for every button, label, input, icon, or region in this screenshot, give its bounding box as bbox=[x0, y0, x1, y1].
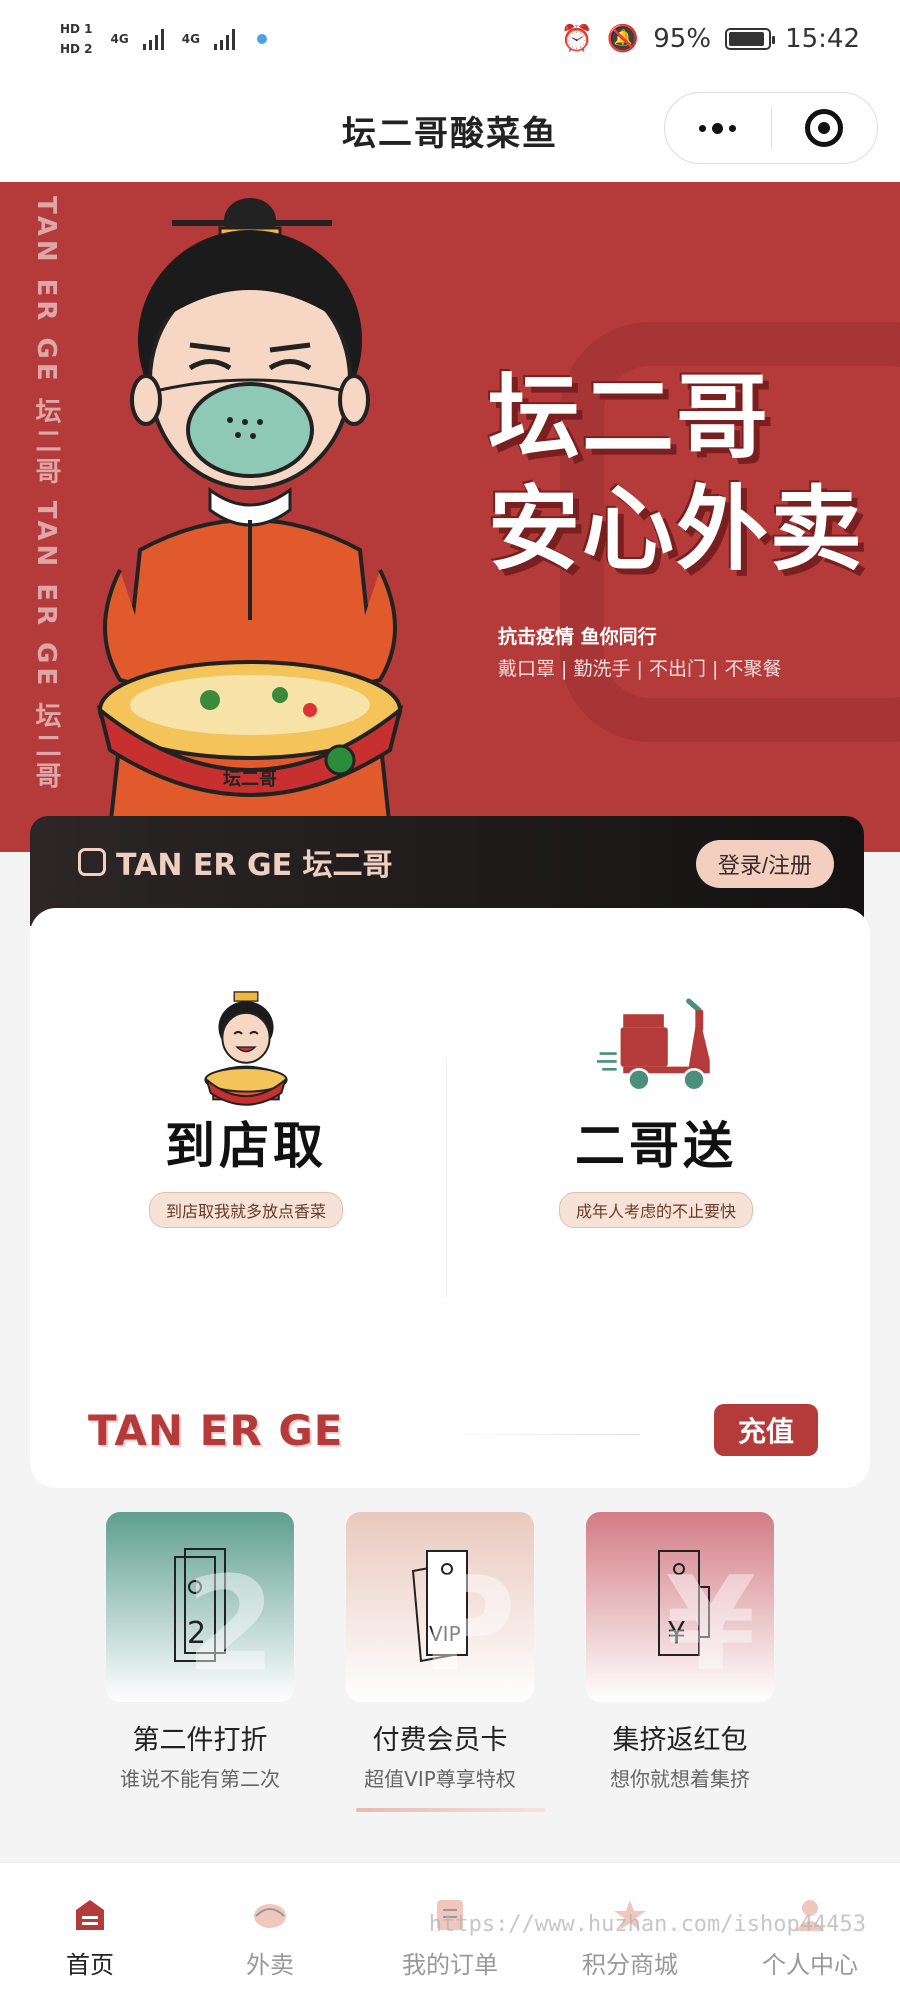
capsule-menu bbox=[664, 92, 878, 164]
banner-tips: 戴口罩 | 勤洗手 | 不出门 | 不聚餐 bbox=[498, 658, 782, 680]
feature-desc: 超值VIP尊享特权 bbox=[364, 1767, 516, 1791]
mute-icon: 🔕 bbox=[606, 24, 640, 54]
recharge-button[interactable]: 充值 bbox=[713, 1404, 825, 1462]
section-divider-line bbox=[440, 1434, 640, 1435]
watermark-text: https://www.huzhan.com/ishop44453 bbox=[428, 1912, 866, 1937]
hd1-label: HD 1 bbox=[60, 22, 93, 36]
alarm-icon: ⏰ bbox=[560, 24, 593, 54]
feature-ghost-glyph: ¥ bbox=[665, 1548, 756, 1700]
signal-2-icon bbox=[213, 28, 235, 50]
feature-vip-card[interactable]: P VIP 付费会员卡 超值VIP尊享特权 bbox=[330, 1512, 550, 1792]
feature-red-packet[interactable]: ¥ ¥ 集挤返红包 想你就想着集挤 bbox=[570, 1512, 790, 1792]
pot-label: 坛二哥 bbox=[223, 769, 277, 790]
pickup-service[interactable]: 到店取 到店取我就多放点香菜 bbox=[46, 988, 446, 1228]
feature-desc: 谁说不能有第二次 bbox=[120, 1767, 280, 1791]
feature-tile: P VIP bbox=[346, 1512, 534, 1702]
membership-section-header: TAN ER GE 充值 bbox=[88, 1404, 825, 1462]
delivery-service[interactable]: 二哥送 成年人考虑的不止要快 bbox=[456, 988, 856, 1228]
pickup-mascot-icon bbox=[204, 991, 288, 1106]
close-miniprogram-button[interactable] bbox=[772, 93, 878, 163]
feature-name: 付费会员卡 bbox=[372, 1725, 508, 1756]
member-brand-text: TAN ER GE 坛二哥 bbox=[116, 848, 393, 883]
feature-tile: ¥ ¥ bbox=[586, 1512, 774, 1702]
main-card: 到店取 到店取我就多放点香菜 二哥送 成年人考虑的不止要快 bbox=[30, 908, 870, 1488]
pickup-title: 到店取 bbox=[165, 1117, 327, 1175]
tab-label: 首页 bbox=[66, 1951, 114, 1979]
more-button[interactable] bbox=[665, 93, 771, 163]
tab-label: 个人中心 bbox=[762, 1951, 858, 1979]
status-bar: HD 1 HD 2 4G 4G ⏰ 🔕 95% 15:42 bbox=[0, 0, 900, 78]
more-dots-icon bbox=[699, 122, 737, 134]
network-1-label: 4G bbox=[110, 32, 129, 46]
section-brand-text: TAN ER GE bbox=[88, 1405, 344, 1455]
login-register-button[interactable]: 登录/注册 bbox=[695, 840, 834, 888]
tab-label: 积分商城 bbox=[582, 1951, 678, 1979]
target-icon bbox=[805, 109, 844, 147]
status-right: ⏰ 🔕 95% 15:42 bbox=[561, 24, 860, 54]
home-shop-icon bbox=[67, 1893, 113, 1937]
feature-ghost-glyph: 2 bbox=[185, 1548, 276, 1700]
battery-icon bbox=[725, 28, 776, 50]
pickup-subtitle: 到店取我就多放点香菜 bbox=[148, 1192, 343, 1228]
mini-program-navbar: 坛二哥酸菜鱼 bbox=[0, 78, 900, 182]
page-title: 坛二哥酸菜鱼 bbox=[342, 113, 558, 154]
battery-percent: 95% bbox=[653, 24, 712, 54]
tab-label: 我的订单 bbox=[402, 1951, 498, 1979]
banner-subtitle: 抗击疫情 鱼你同行 bbox=[498, 626, 657, 648]
tab-home[interactable]: 首页 bbox=[0, 1863, 180, 2000]
hero-banner[interactable]: TAN ER GE 坛二哥 TAN ER GE 坛二哥 坛二哥 坛二哥 安心外卖… bbox=[0, 182, 900, 852]
app-notification-icon bbox=[256, 34, 267, 44]
tab-label: 外卖 bbox=[246, 1951, 294, 1979]
feature-name: 第二件打折 bbox=[132, 1725, 268, 1756]
mascot-illustration: 坛二哥 bbox=[96, 198, 404, 830]
status-left: HD 1 HD 2 4G 4G bbox=[60, 22, 267, 56]
network-2-label: 4G bbox=[181, 32, 200, 46]
feature-second-item-discount[interactable]: 2 2 第二件打折 谁说不能有第二次 bbox=[90, 1512, 310, 1792]
hd-indicators: HD 1 HD 2 bbox=[60, 22, 93, 56]
feature-tile: 2 2 bbox=[106, 1512, 294, 1702]
signal-1-icon bbox=[142, 28, 164, 50]
brand-logo-icon bbox=[78, 848, 106, 876]
feature-ghost-glyph: P bbox=[420, 1548, 516, 1700]
scroll-indicator bbox=[356, 1808, 546, 1812]
banner-headline: 坛二哥 安心外卖 bbox=[488, 362, 864, 586]
hd2-label: HD 2 bbox=[60, 42, 93, 56]
feature-name: 集挤返红包 bbox=[612, 1725, 748, 1756]
delivery-title: 二哥送 bbox=[575, 1117, 737, 1175]
delivery-icon bbox=[247, 1893, 293, 1937]
feature-desc: 想你就想着集挤 bbox=[610, 1767, 750, 1791]
headline-line-1: 坛二哥 bbox=[488, 364, 771, 471]
headline-line-2: 安心外卖 bbox=[488, 476, 865, 583]
scooter-icon bbox=[597, 998, 710, 1092]
tab-delivery[interactable]: 外卖 bbox=[180, 1863, 360, 2000]
clock: 15:42 bbox=[785, 24, 860, 54]
delivery-subtitle: 成年人考虑的不止要快 bbox=[558, 1192, 753, 1228]
service-divider bbox=[446, 1058, 447, 1298]
feature-list: 2 2 第二件打折 谁说不能有第二次 P VIP 付费会员卡 超值VIP尊享特权… bbox=[90, 1512, 790, 1792]
member-brand: TAN ER GE 坛二哥 bbox=[78, 840, 393, 884]
